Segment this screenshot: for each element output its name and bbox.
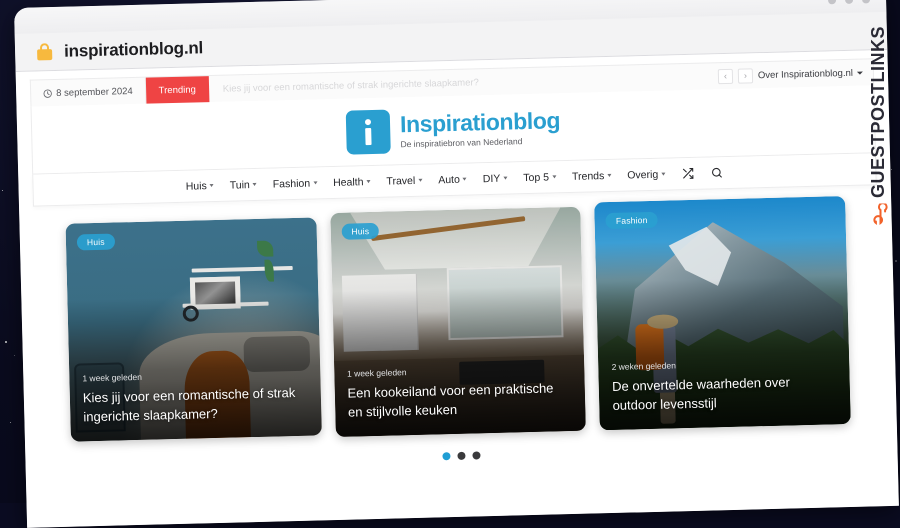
card-timestamp: 1 week geleden bbox=[346, 367, 407, 379]
chevron-down-icon bbox=[366, 180, 371, 184]
nav-item-overig[interactable]: Overig bbox=[627, 168, 666, 182]
topbar-right-group: ‹ › Over Inspirationblog.nl bbox=[717, 59, 874, 89]
clock-icon bbox=[43, 89, 52, 98]
window-dot-maximize[interactable] bbox=[844, 0, 854, 4]
chevron-down-icon bbox=[607, 173, 612, 178]
page-viewport: 8 september 2024 Trending Kies jij voor … bbox=[15, 49, 899, 528]
browser-window-wrapper: inspirationblog.nl 8 september 2024 Tren… bbox=[14, 0, 899, 528]
brand-text-group: Inspirationblog De inspiratiebron van Ne… bbox=[399, 107, 561, 150]
trending-badge: Trending bbox=[145, 76, 210, 104]
featured-carousel: Huis 1 week geleden Kies jij voor een ro… bbox=[19, 185, 897, 445]
nav-item-label: Tuin bbox=[229, 178, 250, 192]
card-timestamp: 2 weken geleden bbox=[611, 360, 677, 372]
lock-icon bbox=[37, 43, 53, 61]
nav-item-label: DIY bbox=[482, 172, 501, 185]
carousel-dot-2[interactable] bbox=[457, 451, 466, 460]
chevron-down-icon bbox=[661, 172, 666, 176]
card-timestamp: 1 week geleden bbox=[82, 371, 143, 384]
ticker-next-button[interactable]: › bbox=[737, 67, 754, 84]
window-dot-minimize[interactable] bbox=[827, 0, 837, 5]
carousel-card[interactable]: Fashion 2 weken geleden De onvertelde wa… bbox=[594, 196, 851, 431]
chevron-down-icon bbox=[503, 176, 508, 180]
chevron-down-icon bbox=[418, 178, 423, 182]
nav-item-label: Top 5 bbox=[523, 171, 550, 184]
nav-item-huis[interactable]: Huis bbox=[185, 179, 214, 193]
nav-item-label: Trends bbox=[571, 169, 605, 183]
chevron-down-icon bbox=[252, 182, 257, 187]
carousel-dot-1[interactable] bbox=[442, 452, 451, 461]
watermark-text: GUESTPOSTLINKS bbox=[867, 26, 888, 199]
ticker-prev-button[interactable]: ‹ bbox=[717, 68, 734, 84]
chevron-down-icon bbox=[462, 177, 467, 181]
carousel-card[interactable]: Huis 1 week geleden Kies jij voor een ro… bbox=[65, 217, 322, 442]
card-category-badge[interactable]: Huis bbox=[341, 222, 380, 240]
nav-item-diy[interactable]: DIY bbox=[483, 172, 508, 185]
star-dot bbox=[9, 421, 11, 423]
brand-logo-link[interactable]: Inspirationblog De inspiratiebron van Ne… bbox=[345, 105, 561, 155]
topbar-date-label: 8 september 2024 bbox=[56, 85, 133, 99]
search-icon[interactable] bbox=[710, 166, 723, 179]
carousel-dot-3[interactable] bbox=[472, 451, 481, 460]
star-dot bbox=[5, 340, 7, 343]
star-dot bbox=[1, 189, 3, 191]
card-title[interactable]: Een kookeiland voor een praktische en st… bbox=[347, 379, 572, 422]
card-title[interactable]: De onvertelde waarheden over outdoor lev… bbox=[612, 373, 837, 416]
carousel-card[interactable]: Huis 1 week geleden Een kookeiland voor … bbox=[329, 206, 587, 437]
brand-tagline: De inspiratiebron van Nederland bbox=[400, 136, 523, 150]
nav-item-label: Health bbox=[332, 175, 364, 189]
brand-name: Inspirationblog bbox=[399, 107, 561, 138]
card-category-badge[interactable]: Huis bbox=[76, 233, 115, 251]
nav-item-label: Huis bbox=[185, 179, 207, 193]
nav-item-health[interactable]: Health bbox=[332, 175, 371, 189]
browser-window: inspirationblog.nl 8 september 2024 Tren… bbox=[14, 0, 899, 528]
nav-item-fashion[interactable]: Fashion bbox=[273, 177, 318, 190]
about-dropdown-label: Over Inspirationblog.nl bbox=[757, 67, 854, 81]
nav-item-label: Auto bbox=[438, 173, 461, 186]
nav-item-label: Travel bbox=[386, 174, 416, 188]
nav-item-trends[interactable]: Trends bbox=[572, 169, 612, 182]
chevron-down-icon bbox=[209, 184, 214, 188]
shuffle-icon[interactable] bbox=[681, 167, 694, 180]
url-text: inspirationblog.nl bbox=[63, 37, 204, 61]
topbar-date: 8 september 2024 bbox=[30, 77, 147, 107]
nav-item-travel[interactable]: Travel bbox=[386, 174, 423, 188]
window-dot-close[interactable] bbox=[861, 0, 871, 4]
about-dropdown[interactable]: Over Inspirationblog.nl bbox=[758, 67, 863, 81]
star-dot bbox=[14, 354, 16, 356]
nav-item-tuin[interactable]: Tuin bbox=[230, 178, 257, 191]
nav-item-top-5[interactable]: Top 5 bbox=[523, 171, 557, 184]
watermark: GUESTPOSTLINKS bbox=[858, 26, 898, 296]
link-chain-icon bbox=[868, 202, 889, 230]
nav-item-label: Overig bbox=[627, 168, 659, 182]
card-title[interactable]: Kies jij voor een romantische of strak i… bbox=[83, 384, 308, 427]
chevron-down-icon bbox=[551, 175, 557, 179]
card-category-badge[interactable]: Fashion bbox=[605, 211, 658, 230]
nav-item-label: Fashion bbox=[272, 177, 311, 191]
logo-icon bbox=[345, 109, 391, 155]
chevron-down-icon bbox=[313, 181, 318, 185]
nav-item-auto[interactable]: Auto bbox=[438, 173, 467, 186]
